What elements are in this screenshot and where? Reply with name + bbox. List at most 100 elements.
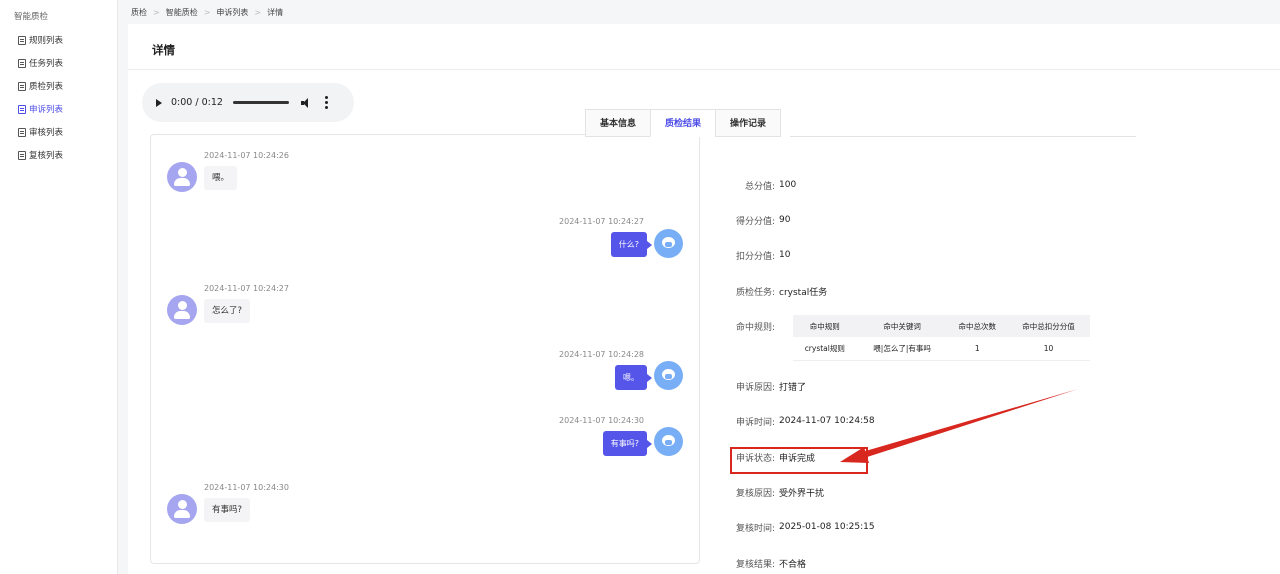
tab-basic-info[interactable]: 基本信息 [585, 109, 651, 137]
message-timestamp: 2024-11-07 10:24:28 [559, 350, 644, 359]
review-time-row: 复核时间: 2025-01-08 10:25:15 [714, 520, 875, 534]
message-bubble: 有事吗? [204, 498, 251, 522]
breadcrumb-item: 详情 [267, 7, 284, 17]
field-label: 质检任务: [735, 287, 775, 298]
message-bubble: 怎么了? [204, 299, 251, 323]
message-timestamp: 2024-11-07 10:24:30 [559, 416, 644, 425]
sidebar-item-label: 审核列表 [29, 128, 64, 138]
breadcrumb-item[interactable]: 质检 [131, 7, 147, 18]
list-icon [18, 150, 26, 160]
deduct-row: 扣分分值: 10 [714, 248, 791, 262]
appeal-reason-row: 申诉原因: 打错了 [714, 379, 806, 393]
play-icon[interactable] [156, 98, 162, 107]
result-tabs: 基本信息 质检结果 操作记录 [585, 109, 782, 137]
agent-avatar [654, 427, 683, 456]
tab-qc-result[interactable]: 质检结果 [650, 109, 716, 137]
field-label: 得分分值: [735, 216, 775, 227]
field-label: 复核原因: [735, 488, 775, 499]
score-row: 得分分值: 90 [714, 213, 791, 227]
sidebar-item-audit[interactable]: 审核列表 [18, 125, 63, 139]
main-panel: 详情 0:00 / 0:12 2024-11-07 10:24:26 喂。 20… [128, 24, 1280, 574]
field-label: 复核结果: [735, 559, 775, 570]
appeal-time-value: 2024-11-07 10:24:58 [779, 416, 875, 426]
customer-avatar [167, 494, 197, 524]
field-label: 申诉原因: [735, 382, 775, 393]
message-timestamp: 2024-11-07 10:24:27 [204, 284, 289, 293]
page-title: 详情 [152, 43, 175, 57]
score-value: 90 [779, 215, 791, 225]
total-score-row: 总分值: 100 [714, 178, 796, 192]
volume-icon[interactable] [300, 97, 313, 108]
field-label: 命中规则: [735, 322, 775, 333]
list-icon [18, 35, 26, 45]
tab-underline [790, 136, 1136, 137]
review-time-value: 2025-01-08 10:25:15 [779, 522, 875, 532]
audio-progress-slider[interactable] [232, 101, 289, 104]
column-header: 命中总次数 [947, 315, 1007, 337]
list-icon [18, 127, 26, 137]
list-icon [18, 58, 26, 68]
column-header: 命中关键词 [856, 315, 948, 337]
review-result-row: 复核结果: 不合格 [714, 556, 806, 570]
message-bubble: 有事吗? [602, 431, 653, 456]
message-bubble: 嗯。 [615, 365, 652, 390]
task-value: crystal任务 [779, 287, 828, 298]
chevron-right-icon: > [153, 7, 160, 17]
field-label: 总分值: [744, 181, 775, 192]
task-row: 质检任务: crystal任务 [714, 284, 827, 298]
list-icon [18, 81, 26, 91]
appeal-time-row: 申诉时间: 2024-11-07 10:24:58 [714, 414, 875, 428]
breadcrumb: 质检 > 智能质检 > 申诉列表 > 详情 [131, 6, 283, 18]
message-bubble: 什么? [610, 232, 653, 257]
sidebar-item-review[interactable]: 复核列表 [18, 148, 63, 162]
column-header: 命中总扣分分值 [1006, 315, 1090, 337]
review-result-value: 不合格 [779, 559, 807, 570]
field-label: 复核时间: [735, 523, 775, 534]
message-timestamp: 2024-11-07 10:24:26 [204, 151, 289, 160]
table-cell: crystal规则 [793, 337, 857, 361]
field-label: 扣分分值: [735, 251, 775, 262]
table-cell: 10 [1006, 337, 1090, 361]
chevron-right-icon: > [203, 7, 211, 17]
sidebar-item-label: 规则列表 [29, 36, 64, 46]
sidebar-item-label: 复核列表 [29, 151, 64, 161]
sidebar-item-tasks[interactable]: 任务列表 [18, 56, 63, 70]
review-reason-value: 受外界干扰 [779, 488, 825, 499]
deduct-value: 10 [779, 250, 791, 260]
sidebar-item-qc[interactable]: 质检列表 [18, 79, 63, 93]
column-header: 命中规则 [793, 315, 857, 337]
breadcrumb-item[interactable]: 申诉列表 [216, 7, 248, 18]
field-label: 申诉时间: [735, 417, 775, 428]
list-icon [18, 104, 26, 114]
agent-avatar [654, 229, 683, 258]
hit-rules-table: 命中规则 命中关键词 命中总次数 命中总扣分分值 crystal规则 喂|怎么了… [793, 315, 1090, 361]
sidebar-item-label: 质检列表 [29, 82, 64, 92]
sidebar-group-label: 智能质检 [14, 12, 49, 22]
divider [128, 69, 1280, 70]
annotation-highlight-box [730, 447, 868, 474]
breadcrumb-item[interactable]: 智能质检 [166, 7, 198, 18]
tab-operation-log[interactable]: 操作记录 [715, 109, 782, 137]
audio-player[interactable]: 0:00 / 0:12 [142, 83, 354, 122]
chat-transcript: 2024-11-07 10:24:26 喂。 2024-11-07 10:24:… [150, 134, 700, 564]
review-reason-row: 复核原因: 受外界干扰 [714, 485, 824, 499]
table-cell: 1 [947, 337, 1007, 361]
message-bubble: 喂。 [204, 166, 238, 190]
hit-rules-row: 命中规则: [714, 319, 775, 333]
sidebar: 智能质检 规则列表 任务列表 质检列表 申诉列表 审核列表 复核列表 [0, 0, 118, 574]
table-row: crystal规则 喂|怎么了|有事吗 1 10 [793, 337, 1090, 361]
chevron-right-icon: > [254, 7, 262, 17]
sidebar-item-appeals[interactable]: 申诉列表 [18, 102, 63, 116]
audio-time: 0:00 / 0:12 [171, 97, 223, 108]
customer-avatar [167, 295, 197, 325]
message-timestamp: 2024-11-07 10:24:30 [204, 483, 289, 492]
sidebar-item-label: 申诉列表 [29, 105, 64, 115]
table-cell: 喂|怎么了|有事吗 [856, 337, 948, 361]
more-options-icon[interactable] [324, 96, 328, 109]
sidebar-item-rules[interactable]: 规则列表 [18, 33, 63, 47]
agent-avatar [654, 361, 683, 390]
total-score-value: 100 [779, 180, 797, 190]
customer-avatar [167, 162, 197, 192]
sidebar-item-label: 任务列表 [29, 59, 64, 69]
appeal-reason-value: 打错了 [779, 382, 807, 393]
